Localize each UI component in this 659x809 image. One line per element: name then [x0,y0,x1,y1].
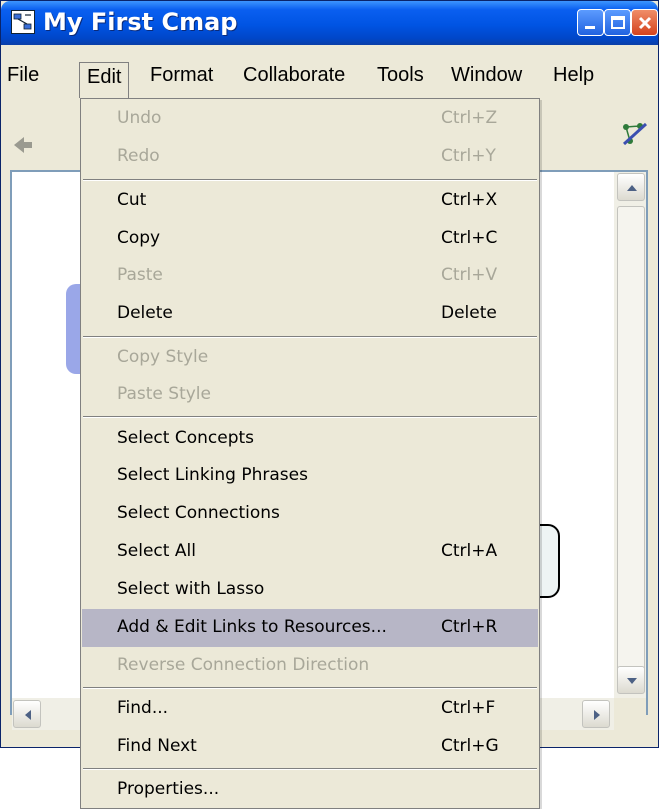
menu-item-label: Select All [117,541,196,561]
menu-item-label: Copy Style [117,347,209,367]
menu-item-label: Copy [117,228,161,248]
scroll-down-icon [627,678,637,684]
menu-item-label: Paste [117,265,163,285]
menu-item-find[interactable]: Find... Ctrl+F [82,690,538,728]
menu-item-label: Paste Style [117,384,211,404]
menu-item-paste-style[interactable]: Paste Style [82,376,538,414]
menu-item-label: Delete [117,303,173,323]
menu-item-label: Redo [117,146,160,166]
menu-item-select-concepts[interactable]: Select Concepts [82,420,538,458]
maximize-icon [611,16,625,29]
menu-edit[interactable]: Edit [79,62,130,98]
menu-separator [83,416,537,418]
menu-item-label: Select Connections [117,503,280,523]
menu-item-label: Undo [117,108,162,128]
menu-item-shortcut: Ctrl+C [441,228,498,248]
menu-format[interactable]: Format [150,61,213,89]
minimize-button[interactable] [577,9,604,36]
scroll-up-button[interactable] [617,173,645,201]
menu-item-shortcut: Ctrl+R [441,617,498,637]
menu-file[interactable]: File [7,61,39,89]
menu-item-select-connections[interactable]: Select Connections [82,495,538,533]
menu-item-reverse-connection[interactable]: Reverse Connection Direction [82,647,538,685]
back-arrow-icon[interactable] [12,133,36,157]
menu-item-label: Select Concepts [117,428,255,448]
menu-separator [83,687,537,689]
menu-collaborate[interactable]: Collaborate [243,61,345,89]
menu-item-shortcut: Ctrl+F [441,698,496,718]
menu-item-paste[interactable]: Paste Ctrl+V [82,257,538,295]
menu-item-shortcut: Ctrl+Z [441,108,498,128]
menu-item-redo[interactable]: Redo Ctrl+Y [82,138,538,176]
menu-item-label: Add & Edit Links to Resources... [117,617,387,637]
menu-item-properties[interactable]: Properties... [82,771,538,809]
menu-item-shortcut: Delete [441,303,497,323]
menu-item-select-linking-phrases[interactable]: Select Linking Phrases [82,457,538,495]
menu-item-copy[interactable]: Copy Ctrl+C [82,220,538,258]
menu-item-add-edit-links[interactable]: Add & Edit Links to Resources... Ctrl+R [82,609,538,647]
menu-window[interactable]: Window [451,61,522,89]
menu-item-undo[interactable]: Undo Ctrl+Z [82,100,538,138]
title-bar[interactable]: My First Cmap [1,1,658,45]
close-button[interactable] [631,9,658,36]
menu-separator [83,179,537,181]
menu-item-label: Cut [117,190,147,210]
edit-menu-dropdown: Undo Ctrl+Z Redo Ctrl+Y Cut Ctrl+X Copy … [80,98,540,809]
scroll-left-button[interactable] [13,700,41,728]
menu-help[interactable]: Help [553,61,594,89]
menu-item-label: Reverse Connection Direction [117,655,370,675]
menu-separator [83,768,537,770]
menu-item-shortcut: Ctrl+Y [441,146,496,166]
menu-item-label: Find Next [117,736,197,756]
menu-tools[interactable]: Tools [377,61,424,89]
minimize-icon [585,26,595,29]
menu-item-select-with-lasso[interactable]: Select with Lasso [82,571,538,609]
cmap-app-icon[interactable] [11,10,35,34]
menu-item-cut[interactable]: Cut Ctrl+X [82,182,538,220]
menu-separator [83,336,537,338]
menu-item-label: Select with Lasso [117,579,265,599]
menu-item-find-next[interactable]: Find Next Ctrl+G [82,728,538,766]
scroll-corner [614,698,646,730]
menu-item-label: Select Linking Phrases [117,465,308,485]
menu-item-shortcut: Ctrl+X [441,190,498,210]
window-title: My First Cmap [43,8,238,36]
menu-item-label: Properties... [117,779,220,799]
scroll-right-icon [594,710,600,720]
maximize-button[interactable] [604,9,631,36]
menu-item-shortcut: Ctrl+A [441,541,498,561]
scroll-left-icon [25,710,31,720]
vertical-scroll-thumb[interactable] [617,206,645,676]
hide-network-icon[interactable] [620,120,650,148]
scroll-right-button[interactable] [582,700,610,728]
menu-item-select-all[interactable]: Select All Ctrl+A [82,533,538,571]
menu-item-shortcut: Ctrl+V [441,265,498,285]
scroll-up-icon [627,185,637,191]
scroll-down-button[interactable] [617,666,645,694]
menu-item-delete[interactable]: Delete Delete [82,295,538,333]
menu-item-copy-style[interactable]: Copy Style [82,339,538,377]
close-icon [638,16,652,30]
menu-item-label: Find... [117,698,169,718]
menu-item-shortcut: Ctrl+G [441,736,499,756]
